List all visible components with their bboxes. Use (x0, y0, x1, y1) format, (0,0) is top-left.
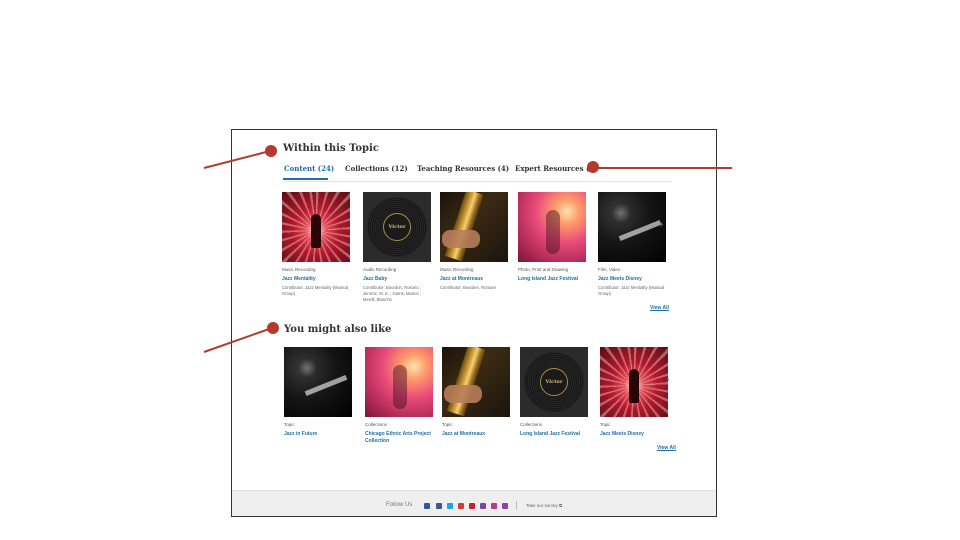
annotation-overlay (203, 145, 732, 353)
annotation-dot (267, 322, 279, 334)
annotation-dot (587, 161, 599, 173)
annotation-line (203, 327, 273, 353)
annotation-line (203, 150, 271, 169)
annotation-dot (265, 145, 277, 157)
